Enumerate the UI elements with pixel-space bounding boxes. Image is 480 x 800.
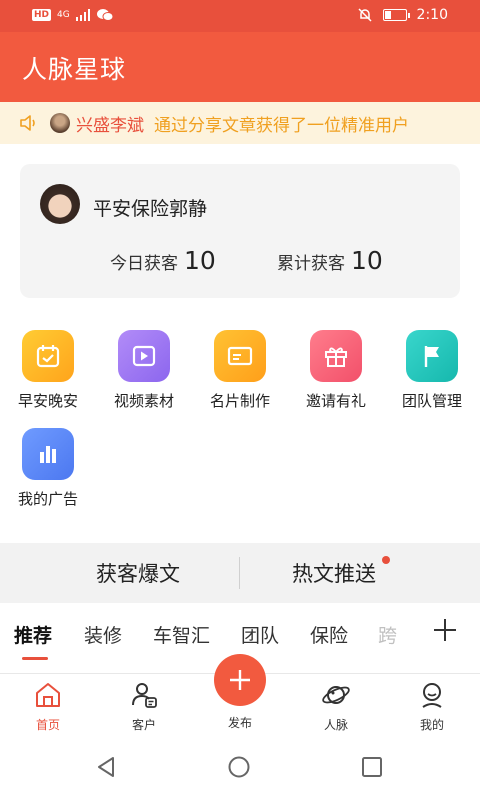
notice-bar[interactable]: 兴盛李斌 通过分享文章获得了一位精准用户: [0, 102, 480, 144]
total-customers-label: 累计获客: [277, 254, 345, 274]
app-title: 人脉星球: [22, 55, 127, 84]
wechat-icon: [96, 9, 114, 21]
tool-icon-bg: [118, 330, 170, 382]
total-customers-value: 10: [351, 246, 383, 275]
business-card-icon: [227, 346, 253, 366]
nav-label: 人脉: [323, 718, 348, 732]
plus-icon: [230, 670, 250, 690]
tool-icon-bg: [22, 330, 74, 382]
category-car[interactable]: 车智汇: [153, 621, 210, 648]
tool-icon-bg: [310, 330, 362, 382]
avatar: [40, 184, 80, 224]
new-badge-dot: [382, 556, 390, 564]
hd-badge: HD: [32, 9, 52, 21]
bottom-nav: 首页 客户 发布 人脉 我的: [0, 654, 480, 733]
today-customers-value: 10: [184, 246, 216, 275]
video-play-icon: [132, 345, 156, 367]
flag-icon: [424, 346, 439, 367]
tab-hot-leads-articles[interactable]: 获客爆文: [96, 558, 180, 588]
profile-name: 平安保险郭静: [93, 198, 208, 220]
bar-chart-icon: [40, 446, 56, 463]
tab-trending-push[interactable]: 热文推送: [292, 558, 376, 588]
tool-label: 邀请有礼: [305, 392, 366, 410]
planet-icon: [322, 686, 350, 704]
category-cross[interactable]: 跨: [378, 621, 397, 648]
nav-network[interactable]: 人脉: [288, 680, 384, 733]
category-renovation[interactable]: 装修: [84, 621, 122, 648]
category-recommend[interactable]: 推荐: [14, 621, 52, 648]
tool-video-material[interactable]: 视频素材: [96, 330, 192, 411]
nav-customers[interactable]: 客户: [96, 680, 192, 733]
article-tabs: 获客爆文 热文推送: [0, 543, 480, 603]
tab-divider: [239, 557, 240, 589]
notice-message: 通过分享文章获得了一位精准用户: [154, 115, 409, 136]
tool-label: 我的广告: [17, 490, 78, 508]
battery-icon: [382, 9, 410, 21]
nav-mine[interactable]: 我的: [384, 680, 480, 733]
status-left: HD 4G: [32, 8, 114, 22]
publish-button[interactable]: [214, 654, 266, 706]
tool-label: 名片制作: [209, 392, 270, 410]
home-icon: [36, 683, 60, 707]
tool-label: 视频素材: [113, 392, 174, 410]
tool-team-management[interactable]: 团队管理: [384, 330, 480, 411]
today-customers-label: 今日获客: [110, 254, 178, 274]
publish-label[interactable]: 发布: [192, 714, 288, 731]
back-icon[interactable]: [94, 755, 118, 779]
profile-icon: [422, 683, 442, 708]
tool-label: 团队管理: [401, 392, 462, 410]
app-header: 人脉星球: [0, 32, 480, 102]
category-insurance[interactable]: 保险: [310, 621, 348, 648]
nav-label: 我的: [419, 718, 444, 732]
notice-user-name: 兴盛李斌: [76, 115, 144, 136]
tool-icon-bg: [22, 428, 74, 480]
calendar-icon: [36, 345, 60, 368]
tool-label: 早安晚安: [17, 392, 78, 410]
total-customers-stat: 累计获客 10: [277, 246, 383, 275]
add-category-icon[interactable]: [432, 617, 458, 643]
category-team[interactable]: 团队: [241, 621, 279, 648]
tool-morning-evening[interactable]: 早安晚安: [0, 330, 96, 411]
recents-icon[interactable]: [360, 755, 384, 779]
tool-my-ads[interactable]: 我的广告: [0, 428, 96, 509]
tool-icon-bg: [214, 330, 266, 382]
status-bar: HD 4G 2:10: [0, 0, 480, 32]
signal-label: 4G: [57, 10, 70, 20]
status-right: 2:10: [357, 7, 448, 23]
customer-icon: [132, 683, 157, 708]
tool-invite-reward[interactable]: 邀请有礼: [288, 330, 384, 411]
profile-card[interactable]: 平安保险郭静 今日获客 10 累计获客 10: [20, 164, 460, 298]
today-customers-stat: 今日获客 10: [110, 246, 216, 275]
notice-avatar: [50, 113, 70, 133]
gift-icon: [325, 347, 347, 367]
status-time: 2:10: [416, 7, 448, 23]
nav-home[interactable]: 首页: [0, 680, 96, 733]
tool-icon-bg: [406, 330, 458, 382]
signal-bars-icon: [75, 9, 90, 21]
active-tab-indicator: [22, 657, 48, 660]
home-circle-icon[interactable]: [227, 755, 251, 779]
tool-business-card[interactable]: 名片制作: [192, 330, 288, 411]
nav-label: 客户: [131, 718, 156, 732]
system-nav-bar: [0, 733, 480, 800]
speaker-icon: [20, 115, 35, 131]
mute-bell-icon: [358, 8, 372, 22]
nav-label: 首页: [35, 718, 60, 732]
